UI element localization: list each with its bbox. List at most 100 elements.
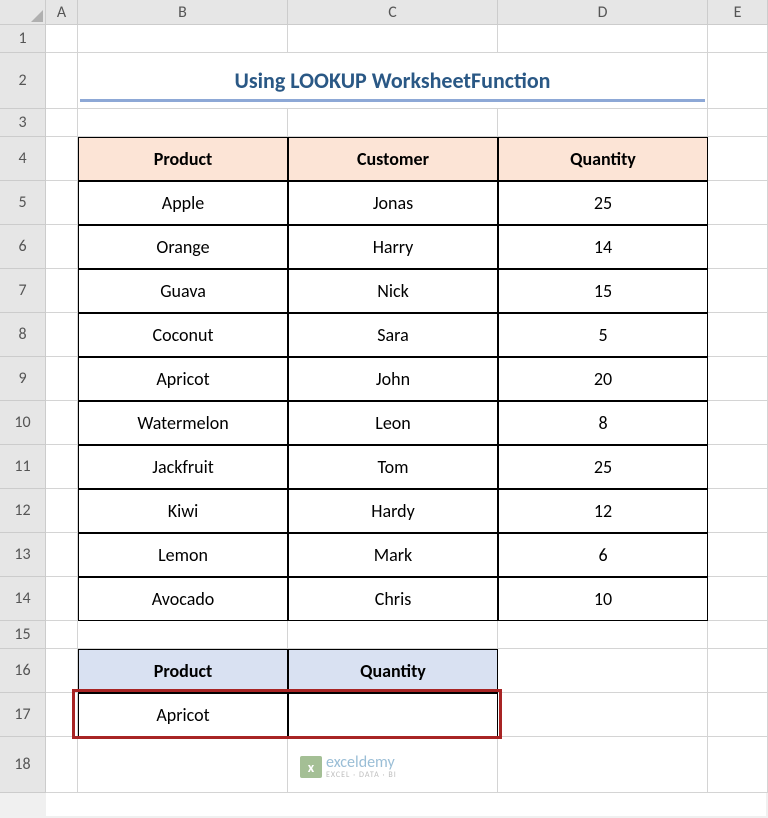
cell-A9[interactable]: [46, 357, 78, 401]
cell-E16[interactable]: [708, 649, 768, 693]
table1-header-quantity[interactable]: Quantity: [498, 137, 708, 181]
cell-E14[interactable]: [708, 577, 768, 621]
cell-C15[interactable]: [288, 621, 498, 649]
table1-cell-customer-4[interactable]: John: [288, 357, 498, 401]
cell-E10[interactable]: [708, 401, 768, 445]
table2-cell-quantity[interactable]: [288, 693, 498, 737]
row-header-16[interactable]: 16: [0, 649, 46, 693]
table1-cell-quantity-7[interactable]: 12: [498, 489, 708, 533]
row-header-15[interactable]: 15: [0, 621, 46, 649]
table1-cell-customer-3[interactable]: Sara: [288, 313, 498, 357]
cell-A12[interactable]: [46, 489, 78, 533]
cell-E11[interactable]: [708, 445, 768, 489]
cell-A15[interactable]: [46, 621, 78, 649]
table1-cell-quantity-2[interactable]: 15: [498, 269, 708, 313]
row-header-12[interactable]: 12: [0, 489, 46, 533]
cell-E6[interactable]: [708, 225, 768, 269]
cell-E18[interactable]: [708, 737, 768, 793]
cell-A7[interactable]: [46, 269, 78, 313]
cell-C3[interactable]: [288, 109, 498, 137]
table1-header-product[interactable]: Product: [78, 137, 288, 181]
table2-header-quantity[interactable]: Quantity: [288, 649, 498, 693]
cell-A10[interactable]: [46, 401, 78, 445]
table1-cell-customer-7[interactable]: Hardy: [288, 489, 498, 533]
table2-cell-product[interactable]: Apricot: [78, 693, 288, 737]
cell-E3[interactable]: [708, 109, 768, 137]
table1-cell-product-1[interactable]: Orange: [78, 225, 288, 269]
table1-cell-product-9[interactable]: Avocado: [78, 577, 288, 621]
table1-cell-quantity-1[interactable]: 14: [498, 225, 708, 269]
table1-cell-quantity-5[interactable]: 8: [498, 401, 708, 445]
cell-A16[interactable]: [46, 649, 78, 693]
table1-cell-product-8[interactable]: Lemon: [78, 533, 288, 577]
cell-C1[interactable]: [288, 25, 498, 53]
row-header-7[interactable]: 7: [0, 269, 46, 313]
cell-E2[interactable]: [708, 53, 768, 109]
column-header-D[interactable]: D: [498, 0, 708, 25]
row-header-18[interactable]: 18: [0, 737, 46, 793]
cell-E17[interactable]: [708, 693, 768, 737]
cell-A1[interactable]: [46, 25, 78, 53]
cell-A3[interactable]: [46, 109, 78, 137]
cell-D17[interactable]: [498, 693, 708, 737]
title-cell[interactable]: Using LOOKUP WorksheetFunction: [78, 53, 708, 109]
row-header-5[interactable]: 5: [0, 181, 46, 225]
row-header-1[interactable]: 1: [0, 25, 46, 53]
cell-D16[interactable]: [498, 649, 708, 693]
cell-D1[interactable]: [498, 25, 708, 53]
table1-header-customer[interactable]: Customer: [288, 137, 498, 181]
column-header-B[interactable]: B: [78, 0, 288, 25]
cell-E12[interactable]: [708, 489, 768, 533]
cell-A4[interactable]: [46, 137, 78, 181]
table1-cell-customer-6[interactable]: Tom: [288, 445, 498, 489]
row-header-11[interactable]: 11: [0, 445, 46, 489]
table1-cell-product-6[interactable]: Jackfruit: [78, 445, 288, 489]
cell-A18[interactable]: [46, 737, 78, 793]
cell-D18[interactable]: [498, 737, 708, 793]
table1-cell-quantity-0[interactable]: 25: [498, 181, 708, 225]
column-header-A[interactable]: A: [46, 0, 78, 25]
row-header-10[interactable]: 10: [0, 401, 46, 445]
table1-cell-quantity-9[interactable]: 10: [498, 577, 708, 621]
cell-E15[interactable]: [708, 621, 768, 649]
table2-header-product[interactable]: Product: [78, 649, 288, 693]
cell-E13[interactable]: [708, 533, 768, 577]
select-all-corner[interactable]: [0, 0, 46, 25]
table1-cell-product-4[interactable]: Apricot: [78, 357, 288, 401]
column-header-E[interactable]: E: [708, 0, 768, 25]
cell-E7[interactable]: [708, 269, 768, 313]
row-header-8[interactable]: 8: [0, 313, 46, 357]
cell-B18[interactable]: [78, 737, 288, 793]
table1-cell-customer-5[interactable]: Leon: [288, 401, 498, 445]
row-header-14[interactable]: 14: [0, 577, 46, 621]
table1-cell-customer-0[interactable]: Jonas: [288, 181, 498, 225]
table1-cell-customer-9[interactable]: Chris: [288, 577, 498, 621]
cell-A2[interactable]: [46, 53, 78, 109]
cell-A5[interactable]: [46, 181, 78, 225]
cell-A8[interactable]: [46, 313, 78, 357]
cell-E1[interactable]: [708, 25, 768, 53]
table1-cell-product-0[interactable]: Apple: [78, 181, 288, 225]
cell-A14[interactable]: [46, 577, 78, 621]
cell-A11[interactable]: [46, 445, 78, 489]
cell-E5[interactable]: [708, 181, 768, 225]
row-header-13[interactable]: 13: [0, 533, 46, 577]
row-header-3[interactable]: 3: [0, 109, 46, 137]
cell-A6[interactable]: [46, 225, 78, 269]
cell-D3[interactable]: [498, 109, 708, 137]
cell-D15[interactable]: [498, 621, 708, 649]
column-header-C[interactable]: C: [288, 0, 498, 25]
cell-B3[interactable]: [78, 109, 288, 137]
table1-cell-customer-8[interactable]: Mark: [288, 533, 498, 577]
row-header-4[interactable]: 4: [0, 137, 46, 181]
row-header-6[interactable]: 6: [0, 225, 46, 269]
cell-B15[interactable]: [78, 621, 288, 649]
cell-C18[interactable]: [288, 737, 498, 793]
row-header-9[interactable]: 9: [0, 357, 46, 401]
table1-cell-product-3[interactable]: Coconut: [78, 313, 288, 357]
row-header-17[interactable]: 17: [0, 693, 46, 737]
cell-E8[interactable]: [708, 313, 768, 357]
cell-A17[interactable]: [46, 693, 78, 737]
table1-cell-product-7[interactable]: Kiwi: [78, 489, 288, 533]
table1-cell-quantity-6[interactable]: 25: [498, 445, 708, 489]
